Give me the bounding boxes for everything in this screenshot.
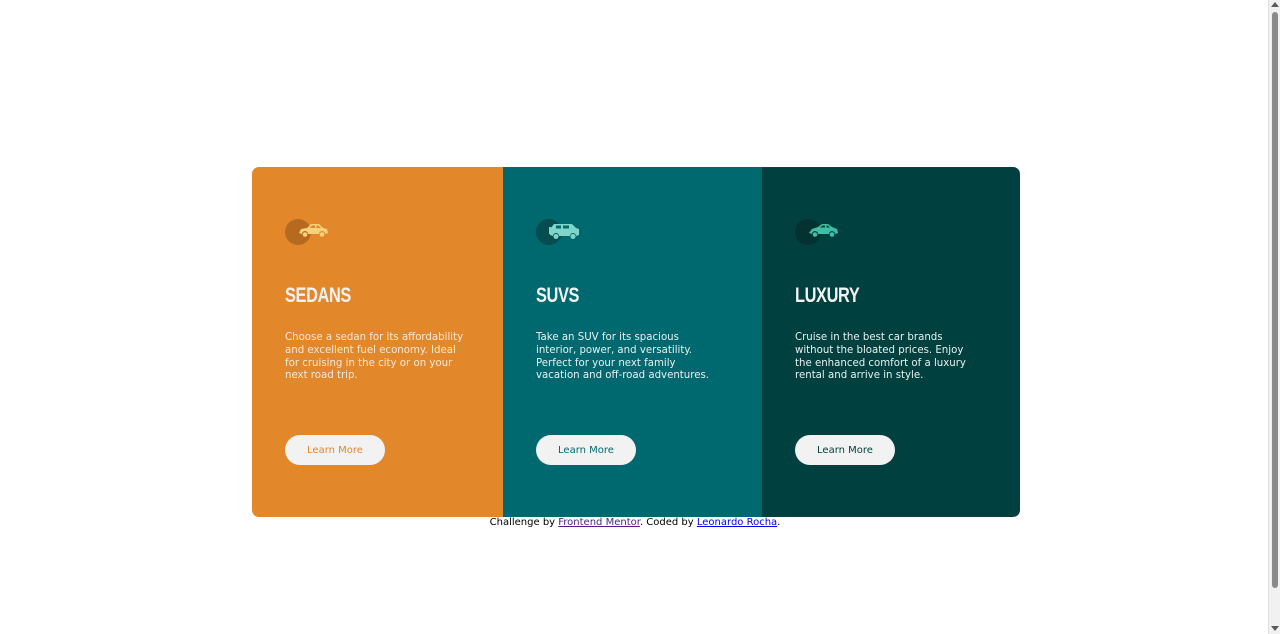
card-title: LUXURY (795, 284, 860, 307)
attribution: Challenge by Frontend Mentor. Coded by L… (0, 517, 1270, 528)
card-description: Choose a sedan for its affordability and… (285, 332, 464, 382)
car-cards-container: SEDANS Choose a sedan for its affordabil… (252, 167, 1020, 517)
attribution-prefix: Challenge by (489, 517, 559, 528)
learn-more-button-luxury[interactable]: Learn More (795, 435, 895, 465)
luxury-car-icon (795, 219, 841, 245)
card-title: SEDANS (285, 284, 351, 307)
card-description: Cruise in the best car brands without th… (795, 332, 966, 382)
card-sedans: SEDANS Choose a sedan for its affordabil… (252, 167, 503, 517)
vertical-scrollbar[interactable] (1268, 0, 1280, 634)
learn-more-button-sedans[interactable]: Learn More (285, 435, 385, 465)
author-link[interactable]: Leonardo Rocha (697, 517, 777, 528)
card-description: Take an SUV for its spacious interior, p… (536, 332, 710, 382)
scrollbar-thumb[interactable] (1272, 12, 1278, 588)
learn-more-button-suvs[interactable]: Learn More (536, 435, 636, 465)
card-luxury: LUXURY Cruise in the best car brands wit… (762, 167, 1020, 517)
page: SEDANS Choose a sedan for its affordabil… (0, 0, 1268, 634)
attribution-suffix: . (777, 517, 781, 528)
frontend-mentor-link[interactable]: Frontend Mentor (558, 517, 640, 528)
suv-car-icon (536, 219, 582, 245)
sedan-car-icon (285, 219, 331, 245)
attribution-middle: . Coded by (639, 517, 697, 528)
card-title: SUVS (536, 284, 580, 307)
card-suvs: SUVS Take an SUV for its spacious interi… (503, 167, 762, 517)
scroll-down-icon[interactable] (1271, 626, 1279, 631)
scroll-up-icon[interactable] (1271, 2, 1279, 7)
